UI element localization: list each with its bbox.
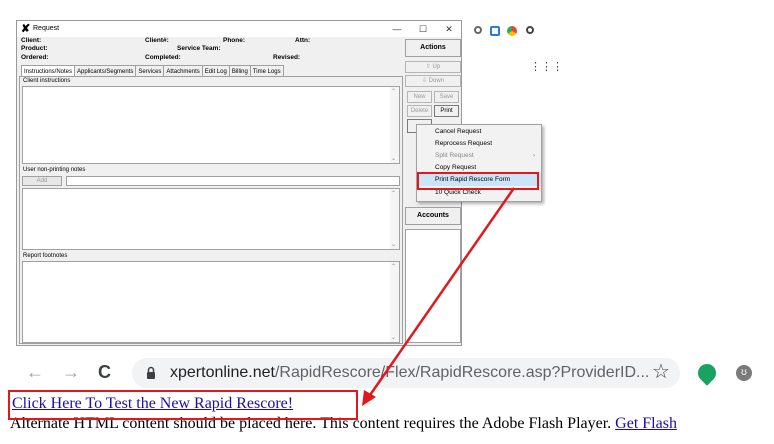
product-label: Product: [21,45,48,52]
back-icon[interactable]: ← [26,361,44,383]
save-button[interactable]: Save [434,91,459,103]
profile-avatar-icon[interactable]: ʊ [736,365,752,381]
submenu-arrow-icon: › [532,152,535,159]
ordered-label: Ordered: [21,54,49,61]
scroll-down-icon[interactable]: ⌄ [391,334,396,341]
title-bar: ✘ Request — ☐ ✕ [17,21,461,37]
extension-green-icon[interactable] [694,360,720,386]
bookmark-star-icon[interactable]: ☆ [652,360,670,384]
report-footnotes-label: Report footnotes [23,253,68,259]
forward-icon[interactable]: → [62,361,80,383]
revised-label: Revised: [273,54,301,61]
app-logo-icon: ✘ [21,23,31,35]
client-instructions-label: Client instructions [23,78,71,84]
url-path: /RapidRescore/Flex/RapidRescore.asp?Prov… [274,364,650,381]
highlight-box-menu-item [417,172,539,190]
get-flash-link[interactable]: Get Flash [615,415,677,432]
actions-heading: Actions [405,39,461,57]
menu-item-split-request[interactable]: Split Request › [417,150,541,162]
arrow-head [362,390,376,406]
scroll-down-icon[interactable]: ⌄ [391,155,396,162]
menu-item-cancel-request[interactable]: Cancel Request [417,126,541,138]
attn-label: Attn: [295,37,311,44]
delete-button[interactable]: Delete [407,105,432,117]
extension-icon[interactable] [474,26,482,34]
up-button-label: Up [432,64,441,70]
context-menu: Cancel Request Reprocess Request Split R… [416,124,542,202]
note-input[interactable] [66,176,400,186]
highlight-box-link [8,390,358,420]
client-label: Client: [21,37,42,44]
menu-item-reprocess-request[interactable]: Reprocess Request [417,138,541,150]
extension-icon[interactable] [490,26,500,36]
phone-label: Phone: [223,37,246,44]
user-notes-label: User non-printing notes [23,167,86,173]
vertical-scrollbar[interactable]: ⌃ ⌄ [390,189,399,249]
scroll-down-icon[interactable]: ⌄ [391,241,396,248]
maximize-button[interactable]: ☐ [415,23,431,35]
url-domain: xpertonline.net [170,364,275,381]
scroll-up-icon[interactable]: ⌃ [391,190,396,197]
request-window: ✘ Request — ☐ ✕ Client: Client#: Phone: … [16,20,462,346]
print-button[interactable]: Print [434,105,459,117]
tab-instructions-notes[interactable]: Instructions/Notes [21,65,76,76]
extension-icon[interactable] [526,26,534,34]
close-button[interactable]: ✕ [441,23,457,35]
tab-services[interactable]: Services [135,65,165,76]
scroll-up-icon[interactable]: ⌃ [391,263,396,270]
client-number-label: Client#: [145,37,169,44]
report-footnotes-textarea[interactable]: ⌃ ⌄ [22,261,400,343]
window-title: Request [33,25,60,32]
accounts-list[interactable] [405,229,461,343]
tab-attachments[interactable]: Attachments [163,65,203,76]
new-button[interactable]: New [407,91,432,103]
accounts-heading: Accounts [405,207,461,225]
tab-strip: Instructions/Notes Applicants/Segments S… [21,65,284,76]
up-button[interactable]: ⇧ Up [405,61,461,73]
completed-label: Completed: [145,54,181,61]
vertical-scrollbar[interactable]: ⌃ ⌄ [390,87,399,163]
down-button[interactable]: ⇩ Down [405,75,461,87]
down-button-label: Down [428,78,445,84]
minimize-button[interactable]: — [389,23,405,35]
tab-edit-log[interactable]: Edit Log [201,65,230,76]
scroll-up-icon[interactable]: ⌃ [391,88,396,95]
apps-grid-icon[interactable]: ⋮⋮⋮ [530,62,563,73]
vertical-scrollbar[interactable]: ⌃ ⌄ [390,262,399,342]
add-note-button[interactable]: Add [22,176,62,186]
chrome-extension-icon[interactable] [507,26,517,36]
tab-time-logs[interactable]: Time Logs [249,65,284,76]
service-team-label: Service Team: [177,45,221,52]
instructions-panel: Client instructions ⌃ ⌄ User non-printing… [19,76,403,344]
url-text[interactable]: xpertonline.net/RapidRescore/Flex/RapidR… [170,364,649,382]
menu-item-split-label: Split Request [435,152,474,159]
tab-billing[interactable]: Billing [228,65,251,76]
user-notes-textarea[interactable]: ⌃ ⌄ [22,188,400,250]
reload-icon[interactable]: C [98,361,111,383]
client-instructions-textarea[interactable]: ⌃ ⌄ [22,86,400,164]
lock-icon [147,366,155,379]
tab-applicants-segments[interactable]: Applicants/Segments [74,65,137,76]
